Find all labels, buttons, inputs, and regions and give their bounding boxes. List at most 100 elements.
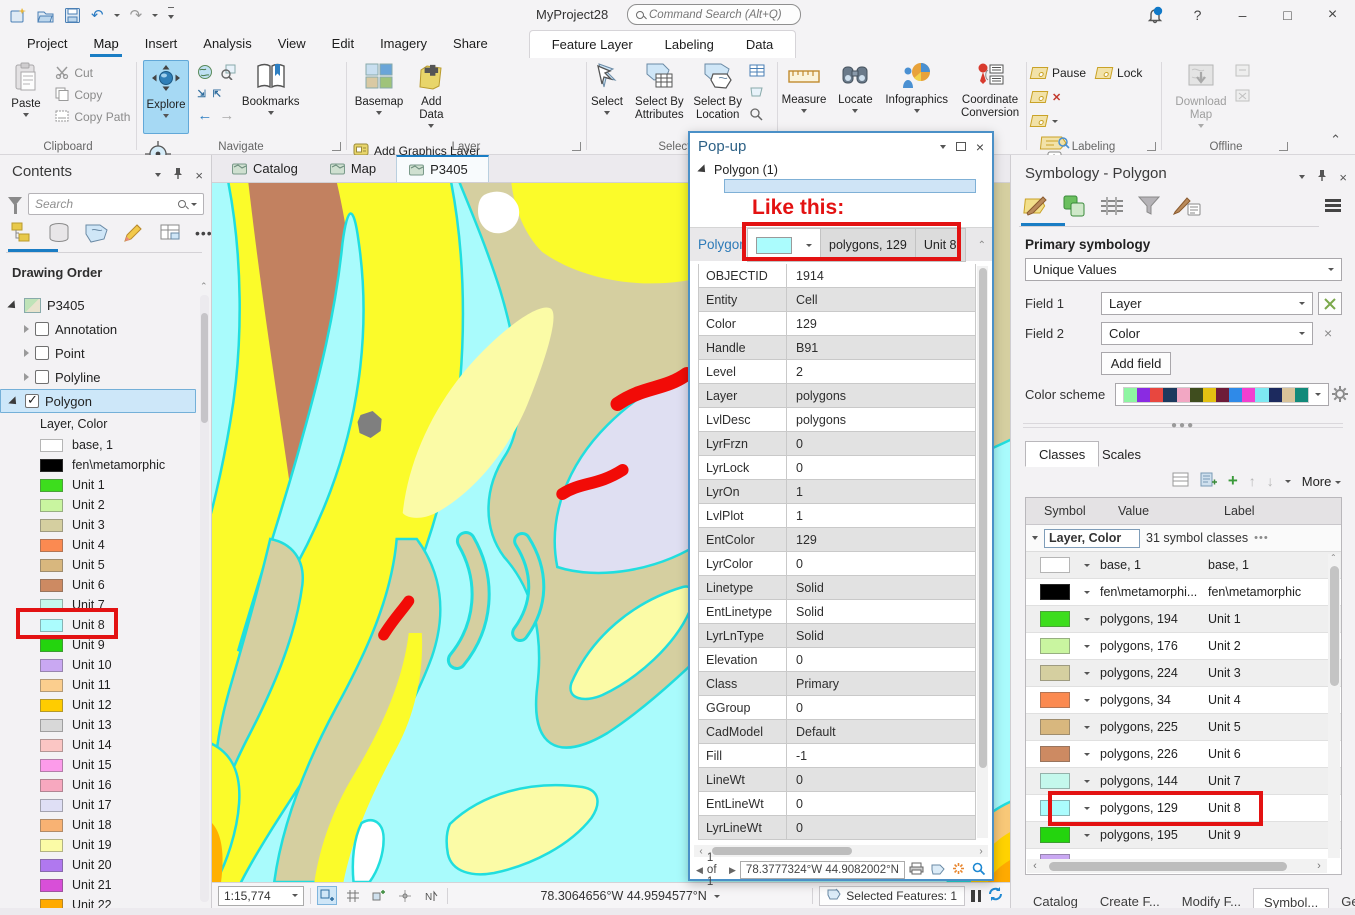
field2-dropdown[interactable]: Color: [1101, 322, 1313, 345]
more-contents-tabs-icon[interactable]: •••: [195, 225, 211, 241]
class-symbol-swatch[interactable]: [1040, 557, 1070, 573]
ribbon-tab[interactable]: Map: [80, 31, 131, 58]
legend-item[interactable]: fen\metamorphic: [0, 455, 196, 475]
coordinates-dropdown-icon[interactable]: [713, 894, 720, 898]
select-by-attributes-button[interactable]: Select By Attributes: [630, 58, 688, 136]
legend-item[interactable]: Unit 15: [0, 755, 196, 775]
class-value[interactable]: polygons, 34: [1100, 693, 1200, 707]
symbol-class-row[interactable]: polygons, 176 Unit 2: [1026, 633, 1341, 660]
symbology-options-menu-icon[interactable]: [1325, 199, 1341, 212]
popup-vertical-scrollbar[interactable]: ⌄: [977, 266, 988, 851]
class-symbol-dropdown-icon[interactable]: [1084, 833, 1090, 837]
collapse-ribbon-icon[interactable]: ⌃: [1330, 132, 1341, 148]
symbol-class-row[interactable]: polygons, 226 Unit 6: [1026, 741, 1341, 768]
color-scheme-options-gear-icon[interactable]: [1331, 385, 1349, 406]
contextual-tab[interactable]: Labeling: [649, 32, 730, 57]
legend-item[interactable]: Unit 2: [0, 495, 196, 515]
locate-dropdown-icon[interactable]: [852, 109, 859, 113]
contextual-tab[interactable]: Feature Layer: [536, 32, 649, 57]
class-label[interactable]: Unit 1: [1208, 612, 1341, 626]
class-symbol-swatch[interactable]: [1040, 638, 1070, 654]
class-symbol-dropdown-icon[interactable]: [1084, 671, 1090, 675]
symbol-class-row[interactable]: polygons, 225 Unit 5: [1026, 714, 1341, 741]
select-by-location-button[interactable]: Select By Location: [692, 58, 744, 136]
legend-item[interactable]: Unit 17: [0, 795, 196, 815]
class-label[interactable]: Unit 6: [1208, 747, 1341, 761]
explore-dropdown-icon[interactable]: [163, 114, 169, 118]
popup-maximize-icon[interactable]: [955, 142, 966, 151]
zoom-to-selection-icon[interactable]: [220, 64, 236, 83]
popup-hscroll-left-icon[interactable]: ‹: [694, 846, 708, 857]
bookmarks-dropdown-icon[interactable]: [267, 111, 274, 115]
contents-search-input[interactable]: Search: [28, 193, 204, 215]
legend-swatch[interactable]: [40, 538, 63, 552]
help-icon[interactable]: ?: [1175, 0, 1220, 30]
layer-label[interactable]: Annotation: [55, 322, 117, 337]
measure-button[interactable]: Measure: [778, 58, 830, 136]
legend-item[interactable]: Unit 6: [0, 575, 196, 595]
layer-tree-row[interactable]: Annotation: [0, 317, 196, 341]
paste-dropdown-icon[interactable]: [23, 113, 29, 117]
ribbon-tab[interactable]: Edit: [319, 31, 367, 58]
snapping-settings-icon[interactable]: [369, 886, 389, 905]
class-label[interactable]: base, 1: [1208, 558, 1341, 572]
class-symbol-dropdown-icon[interactable]: [1084, 698, 1090, 702]
contents-menu-chevron-icon[interactable]: [155, 173, 162, 177]
legend-swatch[interactable]: [40, 458, 63, 472]
ribbon-tab[interactable]: Analysis: [190, 31, 264, 58]
pause-labeling-button[interactable]: Pause: [1029, 64, 1086, 82]
ribbon-tab[interactable]: Imagery: [367, 31, 440, 58]
legend-swatch[interactable]: [40, 878, 63, 892]
layer-dialog-launcher-icon[interactable]: [572, 142, 581, 151]
layer-tree-row[interactable]: P3405: [0, 293, 196, 317]
layer-visibility-checkbox[interactable]: [25, 392, 39, 408]
legend-item[interactable]: Unit 16: [0, 775, 196, 795]
add-value-icon[interactable]: +: [1228, 471, 1238, 491]
document-tab[interactable]: P3405: [396, 155, 489, 182]
class-label[interactable]: Unit 9: [1208, 828, 1341, 842]
legend-swatch[interactable]: [40, 638, 63, 652]
cut-button[interactable]: Cut: [55, 64, 130, 82]
legend-swatch[interactable]: [40, 558, 63, 572]
class-value[interactable]: polygons, 226: [1100, 747, 1200, 761]
filter-symbology-tab-icon[interactable]: [1137, 194, 1161, 221]
customize-qat-icon[interactable]: [168, 7, 175, 23]
clear-selection-icon[interactable]: [749, 85, 765, 102]
add-all-values-icon[interactable]: [1200, 472, 1217, 490]
class-value[interactable]: fen\metamorphi...: [1100, 585, 1200, 599]
legend-item[interactable]: Unit 10: [0, 655, 196, 675]
contents-search-chevron-icon[interactable]: [191, 202, 197, 206]
popup-print-icon[interactable]: [909, 862, 924, 878]
field1-dropdown[interactable]: Layer: [1101, 292, 1313, 315]
legend-swatch[interactable]: [40, 818, 63, 832]
lock-labels-button[interactable]: Lock: [1094, 64, 1142, 82]
fixed-zoom-out-icon[interactable]: ⇱: [213, 89, 221, 100]
popup-hscroll-right-icon[interactable]: ›: [974, 846, 988, 857]
legend-item[interactable]: Unit 13: [0, 715, 196, 735]
legend-swatch[interactable]: [40, 518, 63, 532]
legend-swatch[interactable]: [40, 838, 63, 852]
open-project-icon[interactable]: [37, 7, 54, 24]
symbol-class-row[interactable]: polygons, 224 Unit 3: [1026, 660, 1341, 687]
list-by-editing-icon[interactable]: [121, 221, 145, 245]
popup-zoom-icon[interactable]: [972, 862, 986, 878]
layer-visibility-checkbox[interactable]: [35, 346, 49, 360]
document-tab[interactable]: Map: [318, 155, 396, 182]
expander-icon[interactable]: [24, 373, 29, 381]
hscroll-left-icon[interactable]: ‹: [1027, 860, 1043, 872]
legend-item[interactable]: Unit 5: [0, 555, 196, 575]
legend-item[interactable]: Unit 18: [0, 815, 196, 835]
legend-swatch[interactable]: [40, 758, 63, 772]
layer-tree-row[interactable]: Polygon: [0, 389, 196, 413]
north-arrow-icon[interactable]: N: [421, 886, 441, 905]
popup-close-icon[interactable]: ×: [976, 139, 984, 155]
class-symbol-dropdown-icon[interactable]: [1084, 725, 1090, 729]
group-more-icon[interactable]: •••: [1254, 532, 1269, 544]
class-symbol-swatch[interactable]: [1040, 773, 1070, 789]
class-label[interactable]: Unit 7: [1208, 774, 1341, 788]
coordinate-conversion-button[interactable]: Coordinate Conversion: [956, 58, 1024, 136]
class-value[interactable]: polygons, 176: [1100, 639, 1200, 653]
pin-icon[interactable]: [173, 167, 183, 183]
renderer-dropdown[interactable]: Unique Values: [1025, 258, 1342, 281]
legend-swatch[interactable]: [40, 858, 63, 872]
